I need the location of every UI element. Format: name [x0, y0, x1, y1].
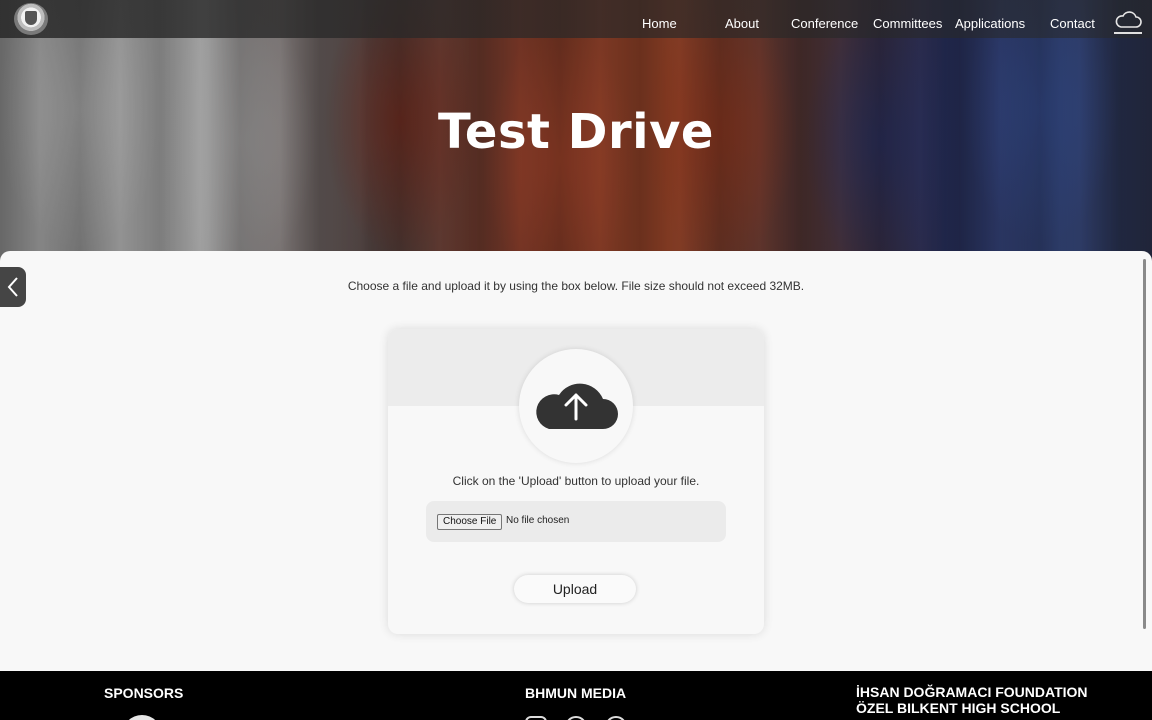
- top-navigation: Home About Conference Committees Applica…: [0, 0, 1152, 38]
- upload-section: Choose a file and upload it by using the…: [0, 251, 1152, 671]
- upload-card: Click on the 'Upload' button to upload y…: [388, 329, 764, 634]
- file-input: Choose File No file chosen: [426, 501, 726, 542]
- instagram-icon[interactable]: [525, 716, 547, 720]
- upload-button[interactable]: Upload: [514, 575, 636, 603]
- nav-contact[interactable]: Contact: [1050, 16, 1095, 31]
- upload-hint: Click on the 'Upload' button to upload y…: [452, 474, 700, 488]
- upload-instructions: Choose a file and upload it by using the…: [347, 279, 805, 293]
- sponsor-logo[interactable]: [122, 715, 162, 720]
- choose-file-button[interactable]: Choose File: [437, 514, 503, 530]
- cloud-upload-icon: [536, 383, 618, 429]
- youtube-icon[interactable]: [565, 716, 587, 720]
- nav-about[interactable]: About: [725, 16, 759, 31]
- file-status: No file chosen: [506, 515, 570, 526]
- sponsors-heading: SPONSORS: [104, 685, 184, 701]
- school-name-line2: ÖZEL BILKENT HIGH SCHOOL: [856, 700, 1061, 716]
- page-title: Test Drive: [438, 104, 714, 160]
- scrollbar[interactable]: [1143, 259, 1146, 629]
- upload-icon-badge: [519, 349, 633, 463]
- media-heading: BHMUN MEDIA: [525, 685, 627, 701]
- twitter-icon[interactable]: [605, 716, 627, 720]
- nav-conference[interactable]: Conference: [791, 16, 858, 31]
- nav-applications[interactable]: Applications: [955, 16, 1025, 31]
- school-name-line1: İHSAN DOĞRAMACI FOUNDATION: [856, 684, 1088, 700]
- nav-home[interactable]: Home: [642, 16, 677, 31]
- footer: SPONSORS BHMUN MEDIA İHSAN DOĞRAMACI FOU…: [0, 671, 1152, 720]
- nav-committees[interactable]: Committees: [873, 16, 942, 31]
- school-crest-icon[interactable]: [14, 3, 48, 35]
- hero-banner: Test Drive: [0, 0, 1152, 262]
- cloud-icon[interactable]: [1114, 10, 1142, 36]
